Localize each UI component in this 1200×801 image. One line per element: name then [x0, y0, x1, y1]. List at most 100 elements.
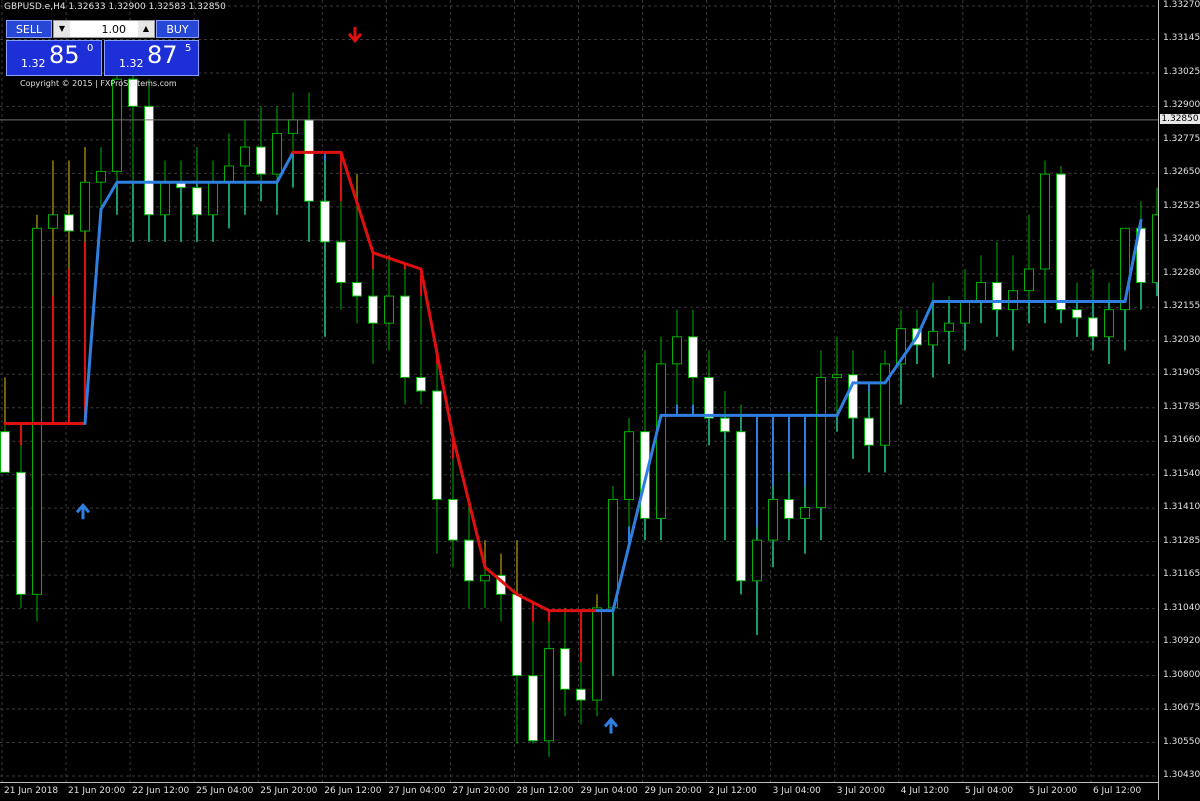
candle-body-bull: [224, 165, 234, 183]
candle-body-bull: [208, 181, 218, 216]
buy-button[interactable]: BUY: [156, 20, 199, 38]
buy-arrow-icon: [75, 502, 91, 520]
buy-quote-big: 87: [147, 41, 178, 69]
candle-body-bear: [1056, 173, 1066, 311]
candle-body-bull: [960, 301, 970, 324]
sell-quote-sup: 0: [87, 43, 94, 54]
price-axis-label: 1.30800: [1163, 669, 1200, 680]
candle-body-bull: [672, 336, 682, 365]
time-axis-label: 28 Jun 12:00: [516, 786, 574, 796]
copyright-text: Copyright © 2015 | FXProSystems.com: [20, 79, 177, 88]
time-axis-label: 3 Jul 20:00: [836, 786, 885, 796]
candle-body-bear: [256, 146, 266, 175]
lot-decrease-icon[interactable]: ▼: [54, 21, 70, 37]
time-axis-label: 6 Jul 12:00: [1092, 786, 1142, 796]
time-axis-label: 3 Jul 04:00: [772, 786, 821, 796]
candle-body-bull: [816, 376, 826, 509]
time-axis-label: 21 Jun 20:00: [68, 786, 126, 796]
candle-body-bull: [480, 574, 490, 582]
candle-body-bull: [592, 607, 602, 701]
price-chart[interactable]: [0, 0, 1194, 782]
price-axis-label: 1.32400: [1163, 234, 1200, 245]
trend-line-segment: [371, 251, 423, 271]
candle-body-bull: [288, 119, 298, 134]
price-axis-label: 1.31785: [1163, 401, 1200, 412]
candle-body-bear: [784, 498, 794, 519]
candle-body-bear: [560, 648, 570, 690]
candle-body-bear: [1072, 309, 1082, 319]
time-axis-label: 2 Jul 12:00: [708, 786, 757, 796]
price-axis-label: 1.30675: [1163, 703, 1200, 714]
candle-body-bull: [656, 363, 666, 519]
trend-line-segment: [83, 207, 103, 426]
lot-size-field[interactable]: ▼ 1.00 ▲: [53, 20, 155, 38]
candle-body-bear: [464, 539, 474, 582]
time-axis-label: 21 Jun 2018: [4, 786, 59, 796]
candle-body-bear: [512, 593, 522, 677]
candle-body-bear: [992, 282, 1002, 311]
candle-body-bull: [1104, 309, 1114, 338]
chart-area[interactable]: [0, 0, 1194, 782]
price-axis-label: 1.31540: [1163, 468, 1200, 479]
price-axis-label: 1.31410: [1163, 502, 1200, 513]
time-axis-label: 5 Jul 20:00: [1028, 786, 1078, 796]
buy-quote-sup: 5: [185, 43, 192, 54]
trend-line-segment: [611, 413, 663, 613]
sell-quote-prefix: 1.32: [21, 57, 46, 70]
candle-body-bear: [848, 374, 858, 419]
candle-body-bear: [0, 431, 10, 473]
candle-body-bear: [336, 241, 346, 284]
candle-body-bull: [160, 181, 170, 216]
price-axis-label: 1.32775: [1163, 133, 1200, 144]
candle-body-bull: [544, 648, 554, 742]
price-axis-label: 1.31165: [1163, 569, 1200, 580]
time-axis-label: 4 Jul 12:00: [900, 786, 950, 796]
price-axis-label: 1.31660: [1163, 435, 1200, 446]
price-axis-label: 1.31905: [1163, 368, 1200, 379]
candle-body-bull: [800, 507, 810, 519]
candle-body-bull: [1040, 173, 1050, 270]
price-scale[interactable]: 1.33270 1.33145 1.33025 1.32900 1.32775 1.326…: [1158, 0, 1200, 800]
candle-body-bear: [688, 336, 698, 378]
candle-body-bull: [272, 132, 282, 175]
buy-quote-box[interactable]: 1.32 87 5: [104, 40, 199, 76]
candle-body-bear: [1088, 317, 1098, 338]
price-axis-label: 1.32030: [1163, 334, 1200, 345]
candle-body-bear: [192, 187, 202, 216]
price-axis-label: 1.32900: [1163, 100, 1200, 111]
candle-body-bear: [416, 376, 426, 392]
time-axis-label: 25 Jun 20:00: [260, 786, 318, 796]
one-click-trading-panel: SELL ▼ 1.00 ▲ BUY 1.32 85 0 1.32 87 5: [6, 20, 199, 76]
candle-body-bear: [144, 105, 154, 216]
candle-body-bull: [768, 498, 778, 541]
sell-quote-box[interactable]: 1.32 85 0: [6, 40, 102, 76]
candle-body-bear: [64, 214, 74, 232]
time-axis-label: 5 Jul 04:00: [964, 786, 1014, 796]
current-price-label: 1.32850: [1160, 113, 1200, 124]
candle-body-bull: [48, 214, 58, 229]
candle-body-bull: [944, 322, 954, 332]
candle-body-bear: [432, 390, 442, 500]
price-axis-label: 1.33270: [1163, 0, 1200, 10]
price-axis-label: 1.32525: [1163, 200, 1200, 211]
price-axis-label: 1.30430: [1163, 770, 1200, 780]
price-axis-label: 1.33025: [1163, 66, 1200, 77]
candle-body-bull: [32, 227, 42, 595]
candle-body-bull: [96, 170, 106, 183]
candle-body-bull: [112, 78, 122, 172]
price-axis-label: 1.31285: [1163, 535, 1200, 546]
lot-increase-icon[interactable]: ▲: [138, 21, 154, 37]
candle-body-bull: [1024, 268, 1034, 292]
candle-body-bear: [16, 471, 26, 595]
candle-body-bear: [720, 417, 730, 433]
candle-body-bear: [400, 295, 410, 378]
price-axis-label: 1.30550: [1163, 736, 1200, 747]
time-scale[interactable]: 21 Jun 2018 21 Jun 20:00 22 Jun 12:00 25 Ju…: [0, 782, 1158, 801]
sell-quote-big: 85: [49, 41, 80, 69]
sell-button[interactable]: SELL: [6, 20, 52, 38]
time-axis-label: 25 Jun 04:00: [196, 786, 254, 796]
buy-quote-prefix: 1.32: [119, 57, 144, 70]
candle-body-bull: [928, 330, 938, 346]
candle-body-bear: [736, 431, 746, 582]
time-axis-label: 27 Jun 04:00: [388, 786, 446, 796]
